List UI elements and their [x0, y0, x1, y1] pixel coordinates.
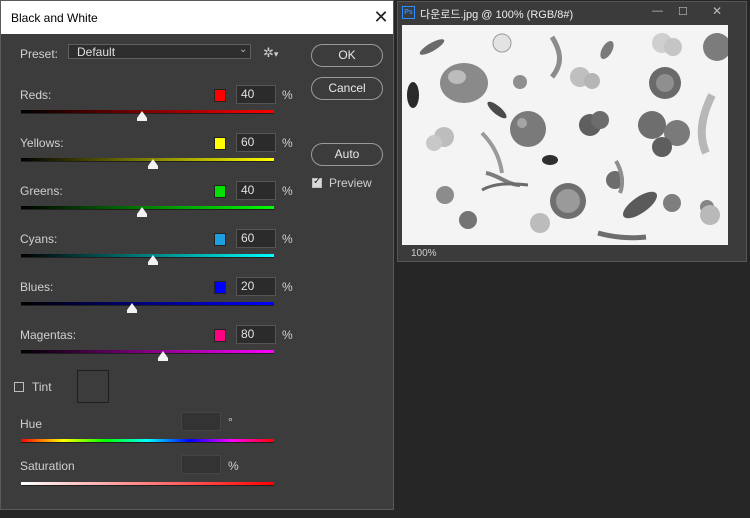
document-title: 다운로드.jpg @ 100% (RGB/8#)	[420, 9, 574, 21]
greens-unit: %	[282, 184, 293, 198]
auto-button[interactable]: Auto	[311, 143, 383, 166]
preview-checkbox[interactable]	[312, 176, 322, 188]
minimize-icon[interactable]: —	[652, 5, 663, 17]
saturation-unit: %	[228, 459, 239, 473]
reds-unit: %	[282, 88, 293, 102]
tint-color-swatch[interactable]	[77, 370, 109, 403]
hue-unit: °	[228, 415, 233, 429]
reds-color-swatch	[214, 89, 226, 102]
photoshop-icon: Ps	[402, 6, 415, 19]
yellows-label: Yellows:	[20, 136, 64, 150]
reds-label: Reds:	[20, 88, 52, 102]
hue-label: Hue	[20, 417, 43, 431]
maximize-icon[interactable]: ☐	[678, 5, 688, 18]
slider-row-blues: Blues: 20 %	[1, 277, 393, 323]
magentas-label: Magentas:	[20, 328, 77, 342]
saturation-field[interactable]	[181, 455, 221, 474]
yellows-value-field[interactable]: 60	[236, 133, 276, 152]
greens-color-swatch	[214, 185, 226, 198]
preview-label: Preview	[329, 176, 372, 190]
blues-slider-underline	[21, 305, 274, 306]
saturation-label: Saturation	[20, 459, 75, 473]
grayscale-vegetables-image	[402, 25, 728, 245]
yellows-slider-thumb[interactable]	[147, 159, 158, 169]
slider-row-magentas: Magentas: 80 %	[1, 325, 393, 371]
slider-row-cyans: Cyans: 60 %	[1, 229, 393, 275]
saturation-track-underline	[21, 485, 274, 486]
hue-track-underline	[21, 442, 274, 443]
ok-button[interactable]: OK	[311, 44, 383, 67]
magentas-slider-thumb[interactable]	[157, 351, 168, 361]
magentas-slider-underline	[21, 353, 274, 354]
greens-value-field[interactable]: 40	[236, 181, 276, 200]
cyans-color-swatch	[214, 233, 226, 246]
close-icon[interactable]: ✕	[712, 4, 722, 18]
blues-unit: %	[282, 280, 293, 294]
blues-color-swatch	[214, 281, 226, 294]
reds-slider-thumb[interactable]	[137, 111, 148, 121]
cancel-button[interactable]: Cancel	[311, 77, 383, 100]
reds-value-field[interactable]: 40	[236, 85, 276, 104]
yellows-color-swatch	[214, 137, 226, 150]
greens-slider-underline	[21, 209, 274, 210]
blues-slider-thumb[interactable]	[127, 303, 138, 313]
document-canvas[interactable]	[402, 25, 728, 245]
blues-label: Blues:	[20, 280, 54, 294]
cyans-unit: %	[282, 232, 293, 246]
cyans-label: Cyans:	[20, 232, 58, 246]
document-window: Ps 다운로드.jpg @ 100% (RGB/8#) — ☐ ✕ 100%	[397, 1, 747, 262]
document-statusbar: 100%	[398, 245, 746, 261]
document-titlebar[interactable]: Ps 다운로드.jpg @ 100% (RGB/8#) — ☐ ✕	[398, 2, 746, 24]
cyans-value-field[interactable]: 60	[236, 229, 276, 248]
blues-value-field[interactable]: 20	[236, 277, 276, 296]
magentas-unit: %	[282, 328, 293, 342]
greens-slider-thumb[interactable]	[137, 207, 148, 217]
zoom-level[interactable]: 100%	[411, 248, 437, 259]
reds-slider-underline	[21, 113, 274, 114]
yellows-unit: %	[282, 136, 293, 150]
magentas-color-swatch	[214, 329, 226, 342]
black-and-white-dialog: Black and White ✕ Preset: Default ⌄ ✲▾ R…	[0, 0, 394, 510]
magentas-value-field[interactable]: 80	[236, 325, 276, 344]
greens-label: Greens:	[20, 184, 63, 198]
hue-field[interactable]	[181, 412, 221, 431]
tint-checkbox[interactable]	[14, 382, 24, 392]
cyans-slider-thumb[interactable]	[147, 255, 158, 265]
tint-label: Tint	[32, 380, 52, 394]
